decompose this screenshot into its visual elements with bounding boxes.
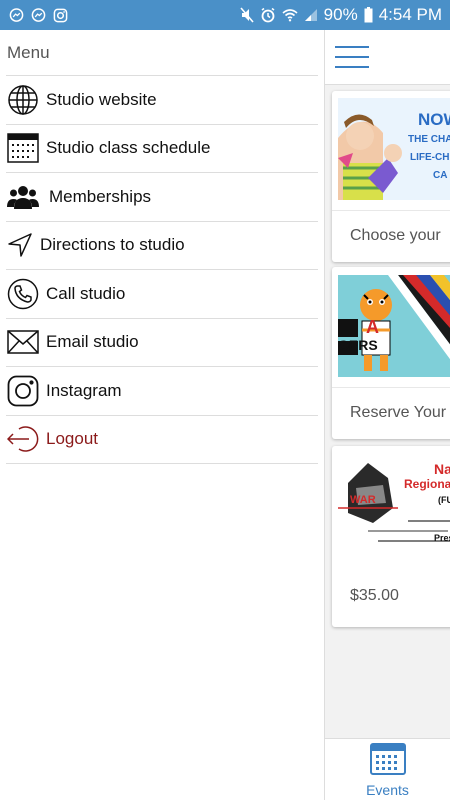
people-icon bbox=[6, 180, 40, 214]
menu-item-call-studio[interactable]: Call studio bbox=[6, 270, 318, 319]
image-text: THE CHA bbox=[408, 134, 450, 145]
clock: 4:54 PM bbox=[378, 5, 442, 24]
menu-item-class-schedule[interactable]: Studio class schedule bbox=[6, 125, 318, 173]
menu-item-label: Email studio bbox=[46, 332, 139, 352]
menu-item-studio-website[interactable]: Studio website bbox=[6, 76, 318, 125]
phone-icon bbox=[6, 277, 40, 311]
hamburger-menu-icon[interactable] bbox=[335, 46, 369, 68]
mute-icon bbox=[240, 7, 254, 23]
calendar-icon bbox=[369, 741, 406, 780]
menu-item-label: Memberships bbox=[49, 186, 152, 206]
navigation-drawer: Menu Studio website Studio class schedul… bbox=[0, 30, 325, 800]
menu-item-label: Directions to studio bbox=[40, 235, 185, 255]
image-text: A bbox=[366, 317, 379, 337]
image-text: LIFE-CH bbox=[410, 152, 450, 163]
menu-item-label: Studio class schedule bbox=[46, 138, 211, 158]
menu-item-label: Studio website bbox=[46, 89, 157, 109]
instagram-icon bbox=[52, 7, 68, 23]
drawer-title: Menu bbox=[6, 30, 318, 76]
battery-icon bbox=[364, 7, 373, 23]
envelope-icon bbox=[6, 325, 40, 359]
bottom-nav-label: Events bbox=[366, 782, 409, 798]
menu-item-directions[interactable]: Directions to studio bbox=[6, 222, 318, 270]
menu-item-email-studio[interactable]: Email studio bbox=[6, 319, 318, 367]
event-title: Choose your bbox=[332, 210, 450, 262]
event-card[interactable]: NOW THE CHA LIFE-CH CA Choose your bbox=[332, 91, 450, 262]
image-text: Na bbox=[434, 461, 450, 477]
status-bar: 90% 4:54 PM bbox=[0, 0, 450, 30]
menu-item-memberships[interactable]: Memberships bbox=[6, 173, 318, 222]
menu-item-label: Logout bbox=[46, 429, 98, 449]
image-text: (FU bbox=[438, 495, 450, 505]
wifi-icon bbox=[282, 8, 298, 22]
image-text: GERS bbox=[338, 337, 378, 353]
event-image: A GERS bbox=[338, 275, 450, 377]
image-text: CA bbox=[433, 170, 448, 181]
navigation-icon bbox=[6, 228, 34, 262]
alarm-icon bbox=[260, 7, 276, 23]
globe-icon bbox=[6, 83, 40, 117]
image-text: NOW bbox=[418, 110, 450, 129]
event-image: WAR Na Regiona (FU Presi bbox=[338, 453, 450, 555]
event-card[interactable]: A GERS Reserve Your bbox=[332, 267, 450, 439]
instagram-icon bbox=[6, 374, 40, 408]
menu-item-label: Instagram bbox=[46, 380, 122, 400]
image-text: Regiona bbox=[404, 477, 450, 491]
app-header bbox=[325, 30, 450, 85]
event-price: $35.00 bbox=[350, 587, 399, 604]
menu-item-logout[interactable]: Logout bbox=[6, 416, 318, 464]
menu-item-label: Call studio bbox=[46, 283, 126, 303]
logout-icon bbox=[6, 422, 40, 456]
signal-icon bbox=[304, 8, 318, 22]
calendar-icon bbox=[6, 131, 40, 165]
event-image: NOW THE CHA LIFE-CH CA bbox=[338, 98, 450, 200]
battery-level: 90% bbox=[323, 5, 358, 24]
svg-text:WAR: WAR bbox=[350, 494, 376, 506]
image-text: Presi bbox=[434, 533, 450, 543]
bottom-nav-events[interactable]: Events bbox=[325, 738, 450, 800]
messenger-icon bbox=[8, 7, 24, 23]
menu-item-instagram[interactable]: Instagram bbox=[6, 367, 318, 416]
events-screen: NOW THE CHA LIFE-CH CA Choose your bbox=[325, 30, 450, 800]
event-title: Reserve Your bbox=[332, 387, 450, 439]
menu-list: Studio website Studio class schedule Mem… bbox=[0, 76, 324, 464]
event-card[interactable]: WAR Na Regiona (FU Presi $35.00 bbox=[332, 446, 450, 627]
messenger-icon bbox=[30, 7, 46, 23]
